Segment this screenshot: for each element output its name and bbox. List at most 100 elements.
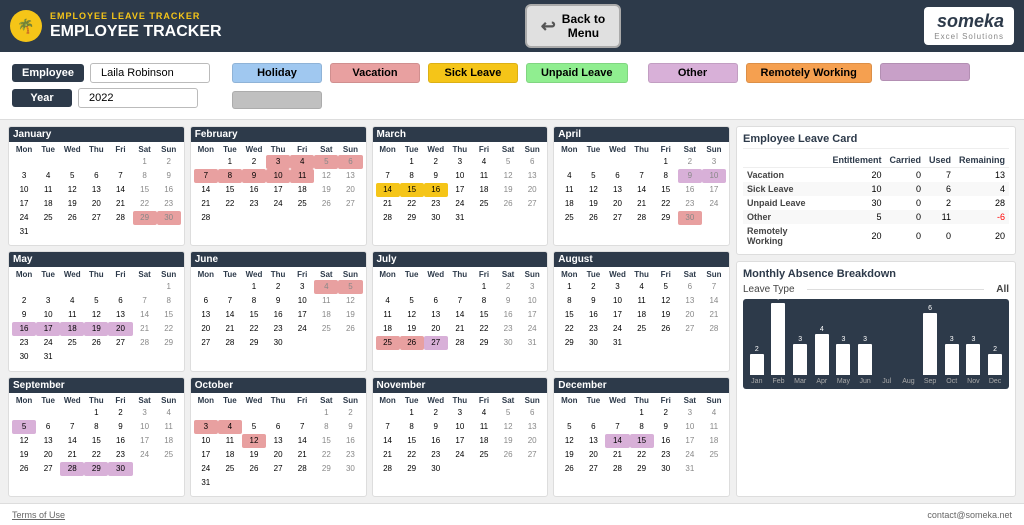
cal-oct-grid: MonTueWedThuFriSatSun 12 3456789 1011121… <box>194 395 363 490</box>
bar-rect <box>966 344 980 375</box>
bar-rect <box>988 354 1002 375</box>
employee-value[interactable]: Laila Robinson <box>90 63 210 83</box>
logo-text: someka <box>937 11 1004 32</box>
legend-remote-box: Remotely Working <box>746 63 872 83</box>
filter-value[interactable]: All <box>996 284 1009 295</box>
leave-table-row: Other 5 0 11 -6 <box>743 210 1009 224</box>
entitlement-cell: 5 <box>828 210 885 224</box>
calendar-grid: January MonTueWedThuFriSatSun 12 3456789… <box>8 126 730 497</box>
bar-value-label: 2 <box>993 346 997 353</box>
bar-rect <box>923 313 937 375</box>
leave-table-row: Unpaid Leave 30 0 2 28 <box>743 196 1009 210</box>
legend-other: Other <box>648 63 738 83</box>
cal-dec-header: December <box>554 378 729 393</box>
bar-col: 7 Feb <box>771 295 785 385</box>
bar-value-label: 2 <box>755 346 759 353</box>
bar-col: 3 May <box>836 336 850 385</box>
bar-col: Jul <box>880 374 894 385</box>
col-remaining: Remaining <box>955 153 1009 168</box>
remaining-cell: 13 <box>955 168 1009 183</box>
legend-sick-box: Sick Leave <box>428 63 518 83</box>
cal-jan-header: January <box>9 127 184 142</box>
calendar-may: May MonTueWedThuFriSatSun 1 2345678 9101… <box>8 251 185 371</box>
legend-vacation: Vacation <box>330 63 420 83</box>
cal-sep-header: September <box>9 378 184 393</box>
cal-sep-grid: MonTueWedThuFriSatSun 1234 567891011 121… <box>12 395 181 476</box>
main-area: January MonTueWedThuFriSatSun 12 3456789… <box>0 120 1024 503</box>
cal-feb-header: February <box>191 127 366 142</box>
remaining-cell: -6 <box>955 210 1009 224</box>
used-cell: 2 <box>925 196 955 210</box>
bar-rect <box>945 344 959 375</box>
legend-unpaid: Unpaid Leave <box>526 63 628 83</box>
year-value[interactable]: 2022 <box>78 88 198 108</box>
bar-rect <box>858 344 872 375</box>
bar-rect <box>793 344 807 375</box>
legend-area: Holiday Vacation Sick Leave Unpaid Leave… <box>232 63 1012 109</box>
bar-chart-area: 2 Jan 7 Feb 3 Mar 4 Apr 3 May 3 Jun Jul <box>743 299 1009 389</box>
carried-cell: 0 <box>885 168 925 183</box>
terms-link[interactable]: Terms of Use <box>12 510 65 520</box>
cal-feb-grid: MonTueWedThuFriSatSun 123456 78910111213… <box>194 144 363 225</box>
used-cell: 11 <box>925 210 955 224</box>
leave-table-row: Remotely Working 20 0 0 20 <box>743 224 1009 248</box>
back-to-menu-button[interactable]: ↩ Back toMenu <box>525 4 621 48</box>
legend-extra2-box <box>232 91 322 109</box>
bar-col: 2 Jan <box>750 346 764 385</box>
header-brand: 🌴 EMPLOYEE LEAVE TRACKER EMPLOYEE TRACKE… <box>10 10 222 42</box>
bar-month-label: Jan <box>751 378 762 385</box>
bar-value-label: 3 <box>971 336 975 343</box>
leave-table-row: Sick Leave 10 0 6 4 <box>743 182 1009 196</box>
absence-card: Monthly Absence Breakdown Leave Type All… <box>736 261 1016 497</box>
app-subtitle: EMPLOYEE LEAVE TRACKER <box>50 11 222 21</box>
brand-icon: 🌴 <box>10 10 42 42</box>
leave-type-cell: Unpaid Leave <box>743 196 828 210</box>
col-type <box>743 153 828 168</box>
calendar-december: December MonTueWedThuFriSatSun 1234 5678… <box>553 377 730 497</box>
cal-nov-header: November <box>373 378 548 393</box>
app-title: EMPLOYEE TRACKER <box>50 23 222 41</box>
bar-month-label: Apr <box>816 378 827 385</box>
bar-month-label: Dec <box>989 378 1001 385</box>
absence-title: Monthly Absence Breakdown <box>743 268 1009 280</box>
legend-remote: Remotely Working <box>746 63 872 83</box>
cal-may-grid: MonTueWedThuFriSatSun 1 2345678 91011121… <box>12 269 181 364</box>
year-row: Year 2022 <box>12 88 210 108</box>
footer: Terms of Use contact@someka.net <box>0 503 1024 525</box>
legend-extra1 <box>880 63 970 83</box>
calendar-april: April MonTueWedThuFriSatSun 123 45678910… <box>553 126 730 246</box>
bar-rect <box>750 354 764 375</box>
employee-label: Employee <box>12 64 84 82</box>
right-panel: Employee Leave Card Entitlement Carried … <box>736 126 1016 497</box>
calendar-august: August MonTueWedThuFriSatSun 1234567 891… <box>553 251 730 371</box>
employee-controls: Employee Laila Robinson Year 2022 <box>12 63 210 108</box>
calendar-july: July MonTueWedThuFriSatSun 123 45678910 … <box>372 251 549 371</box>
bar-month-label: Mar <box>794 378 806 385</box>
leave-table-row: Vacation 20 0 7 13 <box>743 168 1009 183</box>
bar-col: 3 Oct <box>945 336 959 385</box>
cal-may-header: May <box>9 252 184 267</box>
bar-col: 4 Apr <box>815 326 829 385</box>
logo-sub: Excel Solutions <box>934 32 1004 41</box>
leave-type-cell: Remotely Working <box>743 224 828 248</box>
leave-type-cell: Other <box>743 210 828 224</box>
remaining-cell: 4 <box>955 182 1009 196</box>
absence-filter-row: Leave Type All <box>743 284 1009 295</box>
cal-apr-header: April <box>554 127 729 142</box>
cal-jul-header: July <box>373 252 548 267</box>
bar-rect <box>815 334 829 375</box>
back-btn-label: Back toMenu <box>562 12 605 40</box>
bar-col: 6 Sep <box>923 305 937 385</box>
bar-value-label: 6 <box>928 305 932 312</box>
contact-info: contact@someka.net <box>927 510 1012 520</box>
used-cell: 6 <box>925 182 955 196</box>
bar-month-label: May <box>837 378 850 385</box>
cal-jun-header: June <box>191 252 366 267</box>
entitlement-cell: 20 <box>828 224 885 248</box>
bar-rect <box>836 344 850 375</box>
bar-rect <box>771 303 785 375</box>
cal-dec-grid: MonTueWedThuFriSatSun 1234 567891011 121… <box>557 395 726 476</box>
legend-other-box: Other <box>648 63 738 83</box>
bar-value-label: 7 <box>777 295 781 302</box>
legend-extra2 <box>232 91 322 109</box>
